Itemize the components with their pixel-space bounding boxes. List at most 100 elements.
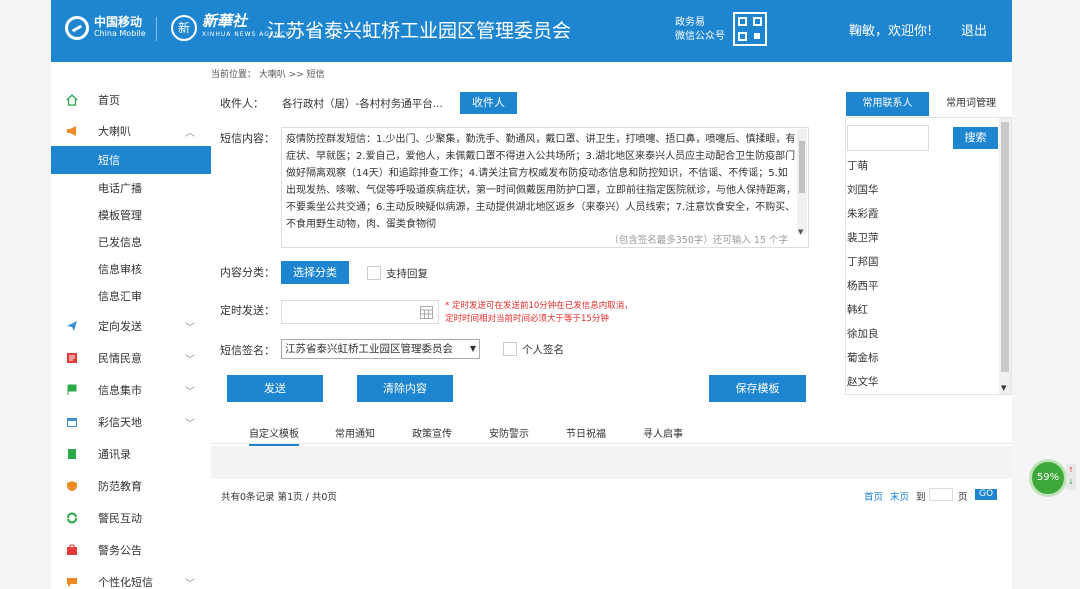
dropdown-arrow-icon: ▼ (469, 344, 476, 353)
header-divider (156, 17, 157, 41)
sidebar-item-label: 通讯录 (98, 448, 131, 461)
scroll-down-icon: ▼ (1001, 384, 1007, 392)
sidebar-item-jishi[interactable]: 信息集市 ﹀ (51, 376, 211, 404)
logout-link[interactable]: 退出 (961, 20, 987, 39)
tab-custom-template[interactable]: 自定义模板 (249, 425, 299, 446)
sidebar-item-label: 彩信天地 (98, 416, 142, 429)
sidebar-item-label: 定向发送 (98, 320, 142, 333)
contact-item[interactable]: 葡金标 (847, 350, 879, 365)
template-tabs: 自定义模板 常用通知 政策宣传 安防警示 节日祝福 寻人启事 (211, 420, 1012, 446)
china-mobile-logo: 中国移动 China Mobile (65, 16, 146, 40)
personal-signature-label: 个人签名 (522, 344, 564, 356)
tab-missing-person[interactable]: 寻人启事 (643, 425, 683, 440)
chevron-up-icon: ︿ (185, 127, 195, 139)
recipient-label: 收件人： (220, 97, 264, 110)
welcome-text: 鞠敏，欢迎你! (849, 24, 933, 39)
sidebar: 首页 大喇叭 ︿ 短信 电话广播 模板管理 已发信息 信息审核 信息汇审 定向发… (51, 84, 211, 589)
qr-code-icon[interactable] (733, 12, 767, 46)
contact-item[interactable]: 裴卫萍 (847, 230, 879, 245)
sidebar-item-label: 已发信息 (98, 236, 142, 249)
save-template-button[interactable]: 保存模板 (709, 375, 806, 402)
sidebar-item-label: 信息集市 (98, 384, 142, 397)
contact-search-input[interactable] (847, 125, 929, 151)
pager-last[interactable]: 末页 (890, 489, 909, 503)
timed-send-note: * 定时发送可在发送前10分钟在已发信息内取消， 定时时间相对当前时间必须大于等… (445, 300, 633, 326)
contact-item[interactable]: 杨西平 (847, 278, 879, 293)
textarea-scrollbar[interactable]: ▼ (797, 129, 807, 236)
message-content-textarea[interactable]: 疫情防控群发短信：1.少出门、少聚集，勤洗手、勤通风，戴口罩、讲卫生，打喷嚏、捂… (281, 127, 809, 248)
book-icon (68, 449, 76, 459)
gauge-side-arrows: ↑ ↓ (1066, 464, 1076, 490)
right-margin (1012, 0, 1080, 589)
recipient-button[interactable]: 收件人 (460, 92, 517, 114)
sidebar-item-label: 个性化短信 (98, 576, 153, 589)
tab-common-notice[interactable]: 常用通知 (335, 425, 375, 440)
performance-gauge[interactable]: 59% (1029, 459, 1067, 497)
support-reply-checkbox[interactable] (367, 266, 381, 280)
contact-item[interactable]: 刘国华 (847, 182, 879, 197)
send-icon (67, 321, 77, 331)
tab-common-contacts[interactable]: 常用联系人 (846, 92, 929, 116)
timed-note-line-2: 定时时间相对当前时间必须大于等于15分钟 (445, 314, 609, 324)
left-margin (0, 0, 51, 589)
pager-summary: 共有0条记录 第1页 / 共0页 (221, 492, 337, 503)
sidebar-item-dingxiang[interactable]: 定向发送 ﹀ (51, 312, 211, 340)
scroll-down-icon: ▼ (798, 228, 804, 236)
contact-item[interactable]: 朱彩霞 (847, 206, 879, 221)
sidebar-item-label: 民情民意 (98, 352, 142, 365)
contact-item[interactable]: 丁邦国 (847, 254, 879, 269)
shield-icon (67, 481, 77, 491)
pager-go-button[interactable]: GO (975, 489, 997, 500)
document-icon (67, 353, 77, 363)
sidebar-item-yifa[interactable]: 已发信息 (51, 228, 211, 256)
sidebar-item-tongxunlu[interactable]: 通讯录 (51, 440, 211, 468)
contact-item[interactable]: 丁萌 (847, 158, 868, 173)
sidebar-item-dalaba[interactable]: 大喇叭 ︿ (51, 117, 211, 145)
sidebar-item-caixin[interactable]: 彩信天地 ﹀ (51, 408, 211, 436)
contact-item[interactable]: 赵文华 (847, 374, 879, 389)
pager-page-input[interactable] (929, 488, 953, 501)
megaphone-icon (67, 126, 76, 136)
calendar-icon[interactable] (420, 306, 433, 319)
tab-policy[interactable]: 政策宣传 (412, 425, 452, 440)
refresh-icon (67, 512, 77, 524)
contacts-scrollbar[interactable]: ▼ (999, 118, 1011, 394)
sidebar-item-shenhe[interactable]: 信息审核 (51, 255, 211, 283)
contact-item[interactable]: 韩红 (847, 302, 868, 317)
tab-holiday-greeting[interactable]: 节日祝福 (566, 425, 606, 440)
sidebar-item-jingwu[interactable]: 警务公告 (51, 536, 211, 564)
timed-send-input[interactable] (281, 300, 439, 324)
sidebar-item-huizong[interactable]: 信息汇审 (51, 282, 211, 310)
header: 中国移动 China Mobile 新 新華社 XINHUA NEWS AGEN… (51, 0, 1012, 62)
wechat-line-1: 政务易 (675, 17, 705, 28)
select-category-button[interactable]: 选择分类 (281, 261, 349, 284)
sidebar-item-dianhua[interactable]: 电话广播 (51, 174, 211, 202)
personal-signature-checkbox[interactable] (503, 342, 517, 356)
signature-select-value: 江苏省泰兴虹桥工业园区管理委员会 (285, 343, 453, 355)
sidebar-item-jingmin[interactable]: 警民互动 (51, 504, 211, 532)
contact-search-button[interactable]: 搜索 (953, 127, 998, 149)
recipient-value: 各行政村（居）-各村村务通平台... (282, 98, 443, 110)
sidebar-item-label: 信息审核 (98, 263, 142, 276)
sidebar-item-minqing[interactable]: 民情民意 ﹀ (51, 344, 211, 372)
sidebar-item-gexinghua[interactable]: 个性化短信 ﹀ (51, 568, 211, 589)
sidebar-item-duanxin[interactable]: 短信 (51, 146, 211, 174)
sidebar-item-label: 模板管理 (98, 209, 142, 222)
contact-item[interactable]: 徐加良 (847, 326, 879, 341)
sidebar-item-muban[interactable]: 模板管理 (51, 201, 211, 229)
sidebar-item-label: 警民互动 (98, 512, 142, 525)
xinhua-icon: 新 (171, 15, 197, 41)
signature-select[interactable]: 江苏省泰兴虹桥工业园区管理委员会 ▼ (281, 339, 480, 359)
timed-send-label: 定时发送： (220, 304, 275, 317)
china-mobile-name: 中国移动 (94, 15, 143, 29)
sidebar-item-fangfan[interactable]: 防范教育 (51, 472, 211, 500)
tab-safety-warning[interactable]: 安防警示 (489, 425, 529, 440)
tab-common-phrases[interactable]: 常用词管理 (938, 92, 1004, 116)
sidebar-item-label: 大喇叭 (98, 125, 131, 138)
chevron-down-icon: ﹀ (185, 418, 195, 430)
send-button[interactable]: 发送 (227, 375, 323, 402)
clear-content-button[interactable]: 清除内容 (357, 375, 453, 402)
sidebar-item-home[interactable]: 首页 (51, 86, 211, 114)
chevron-down-icon: ﹀ (185, 322, 195, 334)
pager-first[interactable]: 首页 (864, 489, 883, 503)
